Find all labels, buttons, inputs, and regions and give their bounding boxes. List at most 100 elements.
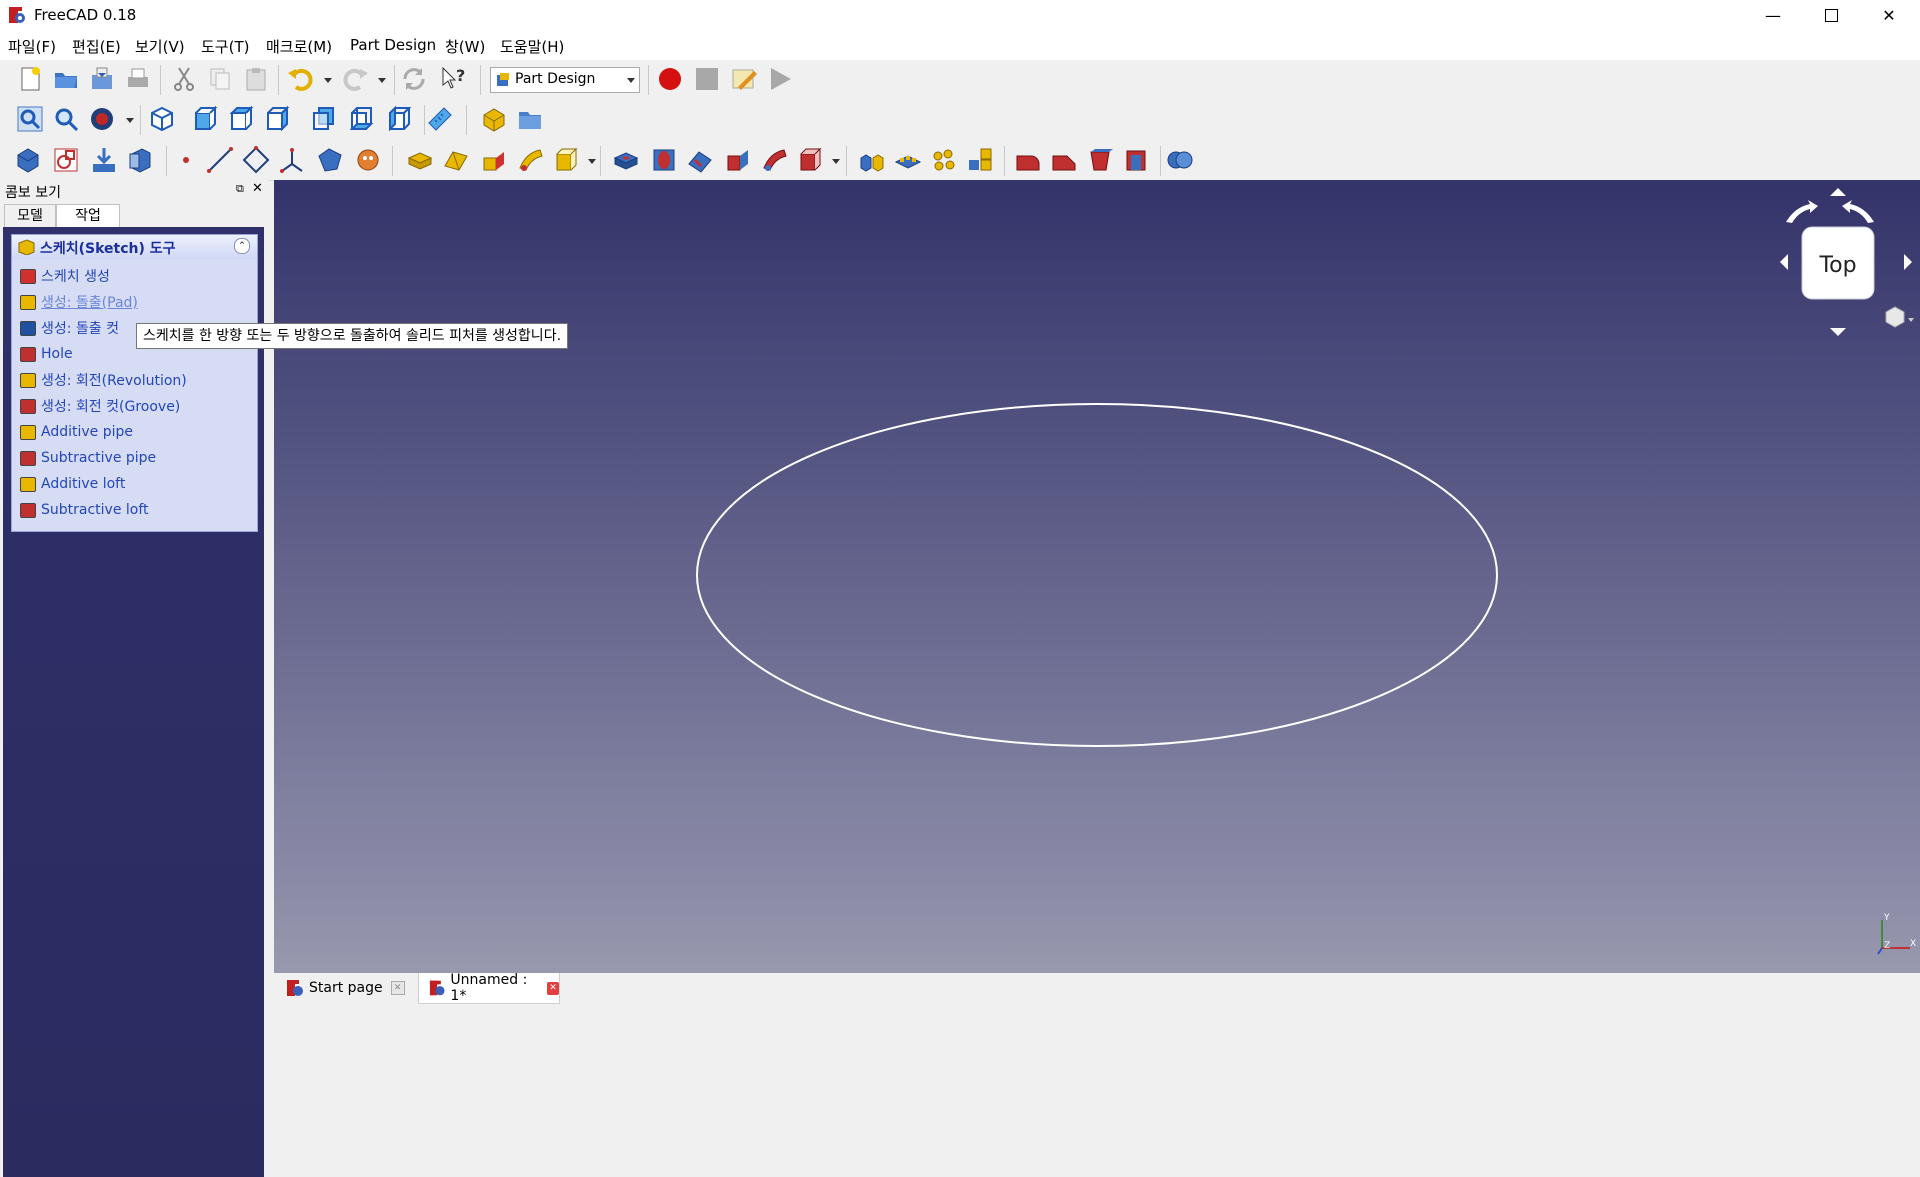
additive-primitive-icon[interactable] [552,146,580,174]
task-item[interactable]: Hole [20,343,73,365]
menu-file[interactable]: 파일(F) [8,36,56,57]
cut-icon[interactable] [170,65,198,93]
revolution-icon[interactable] [442,146,470,174]
validate-sketch-icon[interactable] [90,146,118,174]
whats-this-icon[interactable]: ? [440,65,468,93]
menu-view[interactable]: 보기(V) [135,36,185,57]
sub-shape-binder-icon[interactable] [354,146,382,174]
create-sketch-icon[interactable] [52,146,80,174]
fit-all-icon[interactable] [16,105,44,133]
new-document-icon[interactable] [16,65,44,93]
subtractive-pipe-icon[interactable] [760,146,788,174]
subtractive-loft-icon[interactable] [724,146,752,174]
menu-window[interactable]: 창(W) [445,36,485,57]
sketch-tools-header[interactable]: 스케치(Sketch) 도구 ⌃ [12,235,257,259]
task-item[interactable]: Additive pipe [20,421,133,443]
create-group-icon[interactable] [516,105,544,133]
hole-icon[interactable] [650,146,678,174]
pocket-icon[interactable] [612,146,640,174]
copy-icon[interactable] [206,65,234,93]
draw-style-icon[interactable] [88,105,116,133]
open-icon[interactable] [52,65,80,93]
groove-icon[interactable] [686,146,714,174]
task-item[interactable]: 스케치 생성 [20,265,110,287]
pan-left-arrow-icon[interactable] [1780,254,1788,270]
workbench-selector[interactable]: Part Design [490,67,640,93]
boolean-icon[interactable] [1166,146,1194,174]
view-bottom-icon[interactable] [346,105,374,133]
view-front-icon[interactable] [190,105,218,133]
linear-pattern-icon[interactable] [894,146,922,174]
additive-pipe-icon[interactable] [516,146,544,174]
close-tab-icon[interactable]: ✕ [547,981,559,995]
refresh-icon[interactable] [400,65,428,93]
draft-icon[interactable] [1086,146,1114,174]
view-rear-icon[interactable] [308,105,336,133]
tab-unnamed[interactable]: Unnamed : 1* ✕ [418,972,560,1004]
paste-icon[interactable] [242,65,270,93]
rotate-right-arrow-icon[interactable] [1842,200,1874,223]
additive-loft-icon[interactable] [480,146,508,174]
save-icon[interactable] [88,65,116,93]
task-item[interactable]: Subtractive pipe [20,447,156,469]
macro-run-icon[interactable] [766,65,794,93]
menu-part-design[interactable]: Part Design [350,36,436,54]
task-item[interactable]: Additive loft [20,473,125,495]
minimize-button[interactable]: — [1744,0,1802,30]
task-item[interactable]: 생성: 회전 컷(Groove) [20,395,180,417]
create-body-icon[interactable] [14,146,42,174]
macro-edit-icon[interactable] [730,65,758,93]
view-menu-icon[interactable] [1885,306,1905,328]
menu-tools[interactable]: 도구(T) [201,36,249,57]
mirrored-icon[interactable] [858,146,886,174]
chamfer-icon[interactable] [1050,146,1078,174]
view-right-icon[interactable] [262,105,290,133]
close-panel-icon[interactable]: ✕ [252,181,263,196]
macro-record-icon[interactable] [656,65,684,93]
subtractive-primitive-icon[interactable] [796,146,824,174]
datum-line-icon[interactable] [206,146,234,174]
maximize-button[interactable] [1802,0,1860,30]
draw-style-dropdown-icon[interactable] [126,118,134,123]
collapse-icon[interactable]: ⌃ [234,238,250,254]
view-top-icon[interactable] [226,105,254,133]
close-tab-icon[interactable]: ✕ [390,981,405,995]
3d-viewport[interactable]: Top Y X Z [274,180,1920,973]
menu-edit[interactable]: 편집(E) [72,36,121,57]
local-coordinate-system-icon[interactable] [278,146,306,174]
view-isometric-icon[interactable] [148,105,176,133]
redo-dropdown-icon[interactable] [378,78,386,83]
pad-icon[interactable] [406,146,434,174]
pan-down-arrow-icon[interactable] [1830,328,1846,336]
subtractive-primitive-dropdown-icon[interactable] [832,159,840,164]
multi-transform-icon[interactable] [966,146,994,174]
fillet-icon[interactable] [1014,146,1042,174]
tab-tasks[interactable]: 작업 [56,204,120,227]
tab-start-page[interactable]: Start page ✕ [286,973,406,1003]
fit-selection-icon[interactable] [52,105,80,133]
additive-primitive-dropdown-icon[interactable] [588,159,596,164]
print-icon[interactable] [124,65,152,93]
clone-icon[interactable] [316,146,344,174]
pan-right-arrow-icon[interactable] [1904,254,1912,270]
task-item[interactable]: 생성: 회전(Revolution) [20,369,187,391]
undo-dropdown-icon[interactable] [324,78,332,83]
float-panel-icon[interactable]: ⧉ [236,182,244,196]
measure-distance-icon[interactable] [426,105,454,133]
task-item[interactable]: Subtractive loft [20,499,149,521]
task-item[interactable]: 생성: 돌출(Pad) [20,291,138,313]
macro-stop-icon[interactable] [693,65,721,93]
shape-binder-icon[interactable] [126,146,154,174]
thickness-icon[interactable] [1122,146,1150,174]
menu-help[interactable]: 도움말(H) [500,36,564,57]
view-left-icon[interactable] [384,105,412,133]
datum-point-icon[interactable] [172,146,200,174]
pan-up-arrow-icon[interactable] [1830,188,1846,196]
tab-model[interactable]: 모델 [4,204,56,228]
sketch-circle[interactable] [696,403,1498,747]
datum-plane-icon[interactable] [242,146,270,174]
undo-icon[interactable] [286,65,314,93]
redo-icon[interactable] [342,65,370,93]
task-item[interactable]: 생성: 돌출 컷 [20,317,119,339]
create-part-icon[interactable] [480,105,508,133]
